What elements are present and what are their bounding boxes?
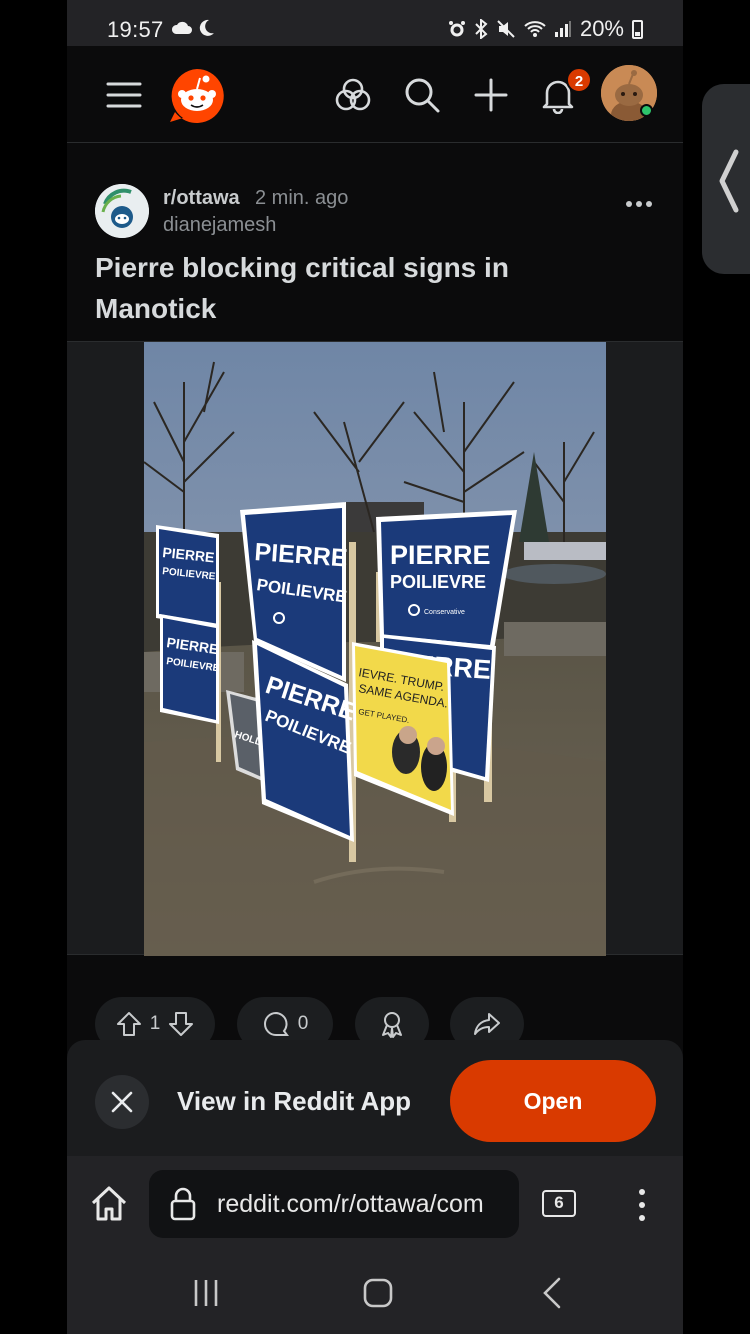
open-in-app-banner: View in Reddit App Open	[67, 1040, 683, 1156]
recents-icon[interactable]	[186, 1276, 226, 1310]
phone-screen: 19:57 20% 2 r/ottawa 2 min. ago dianejam…	[67, 0, 683, 1334]
upvote-count: 1	[149, 1013, 161, 1034]
post-title[interactable]: Pierre blocking critical signs in Manoti…	[95, 247, 615, 329]
banner-text: View in Reddit App	[177, 1086, 412, 1116]
wifi-icon	[524, 21, 546, 37]
battery-icon	[632, 19, 643, 39]
open-app-button[interactable]: Open	[450, 1060, 656, 1142]
more-options-icon[interactable]	[625, 199, 653, 209]
online-indicator	[640, 104, 653, 117]
status-bar: 19:57 20%	[67, 0, 683, 46]
sign-first-name: PIERRE	[390, 540, 491, 570]
back-icon[interactable]	[533, 1276, 573, 1310]
alarm-icon	[448, 21, 465, 37]
lock-icon	[170, 1187, 196, 1221]
award-icon	[382, 1012, 402, 1038]
notification-badge[interactable]: 2	[566, 67, 592, 93]
app-header: 2	[67, 46, 683, 143]
sign-party: Conservative	[424, 609, 465, 616]
status-right-icons: 20%	[448, 16, 643, 42]
comment-icon	[263, 1011, 289, 1036]
upvote-icon[interactable]	[116, 1011, 142, 1037]
home-icon[interactable]	[89, 1184, 129, 1224]
subreddit-avatar[interactable]	[95, 184, 149, 238]
system-navigation-bar	[67, 1252, 683, 1334]
post-author[interactable]: dianejamesh	[163, 214, 276, 237]
create-icon[interactable]	[472, 76, 510, 114]
chevron-left-icon	[719, 149, 739, 213]
post-image[interactable]: PIERRE POILIEVRE PIERRE POILIEVRE HOLLIN…	[144, 342, 606, 956]
tab-switcher-button[interactable]: 6	[542, 1190, 576, 1217]
close-banner-button[interactable]	[95, 1075, 149, 1129]
cloud-icon	[171, 22, 192, 35]
subreddit-name[interactable]: r/ottawa	[163, 187, 240, 210]
explore-icon[interactable]	[334, 76, 372, 114]
sign-left-bottom: PIERRE POILIEVRE	[160, 614, 220, 724]
comment-count: 0	[297, 1013, 309, 1034]
moon-icon	[199, 20, 215, 37]
browser-menu-icon[interactable]	[637, 1188, 647, 1222]
status-left-icons	[170, 17, 215, 38]
post-image-container[interactable]: PIERRE POILIEVRE PIERRE POILIEVRE HOLLIN…	[67, 341, 683, 956]
url-text[interactable]: reddit.com/r/ottawa/com	[217, 1190, 484, 1219]
signal-icon	[554, 21, 571, 37]
battery-percent: 20%	[579, 16, 624, 41]
reddit-logo[interactable]	[168, 67, 226, 125]
close-icon	[111, 1091, 133, 1113]
search-icon[interactable]	[403, 76, 441, 114]
status-time: 19:57	[107, 17, 164, 42]
share-icon	[474, 1013, 500, 1035]
post-time: 2 min. ago	[255, 187, 349, 209]
sign-last-name: POILIEVRE	[390, 572, 486, 592]
sign-right-top: PIERRE POILIEVRE Conservative	[376, 510, 517, 650]
address-bar[interactable]: reddit.com/r/ottawa/com	[149, 1170, 519, 1238]
home-nav-icon[interactable]	[358, 1276, 398, 1310]
browser-toolbar: reddit.com/r/ottawa/com 6	[67, 1156, 683, 1252]
mute-icon	[497, 20, 515, 38]
sign-left-top: PIERRE POILIEVRE	[156, 525, 219, 628]
bluetooth-icon	[475, 19, 488, 39]
menu-icon[interactable]	[105, 76, 143, 114]
edge-panel-handle[interactable]	[702, 84, 750, 274]
downvote-icon[interactable]	[168, 1011, 194, 1037]
